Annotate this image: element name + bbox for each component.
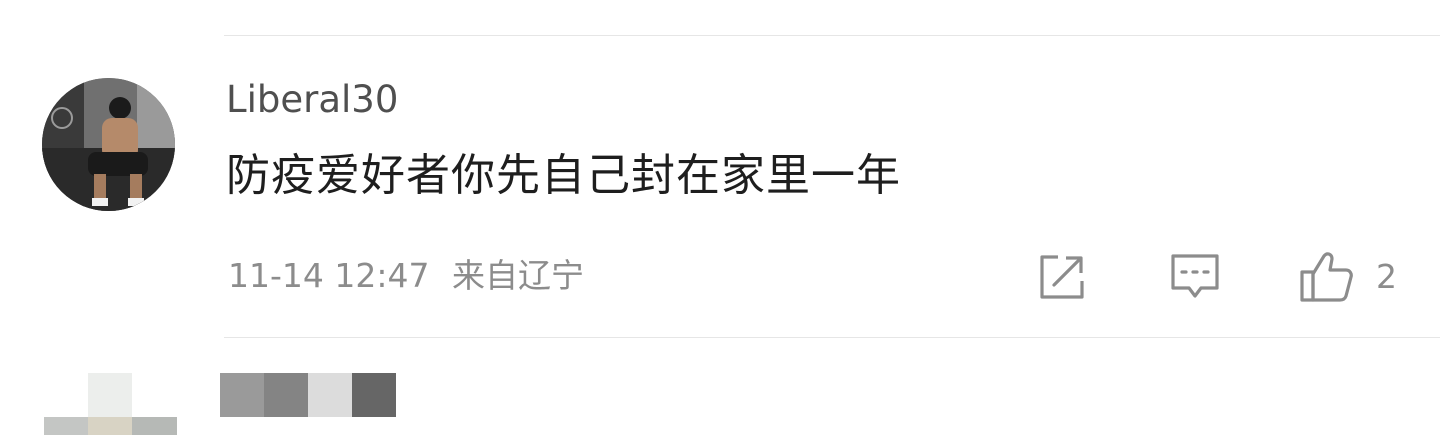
next-comment-username[interactable] [220, 373, 396, 417]
comment-meta: 11-14 12:47 来自辽宁 [228, 254, 584, 298]
pixel-block [264, 373, 308, 417]
comment-location: 来自辽宁 [451, 256, 584, 295]
comment-username[interactable]: Liberal30 [226, 78, 398, 122]
next-comment-avatar[interactable] [44, 373, 177, 435]
comment-reply-icon [1171, 254, 1219, 298]
pixel-block [352, 373, 396, 417]
comment-divider [224, 337, 1440, 338]
avatar-photo-icon [42, 78, 175, 211]
pixel-block [220, 373, 264, 417]
share-icon [1040, 255, 1084, 299]
pixel-block [308, 373, 352, 417]
top-divider [224, 35, 1440, 36]
comment-time: 11-14 12:47 [228, 256, 430, 295]
like-count: 2 [1376, 257, 1397, 296]
pixelated-avatar-icon [44, 373, 177, 435]
user-avatar[interactable] [42, 78, 175, 211]
comment-text: 防疫爱好者你先自己封在家里一年 [226, 150, 901, 201]
reply-button[interactable] [1168, 249, 1222, 305]
thumbs-up-icon [1300, 252, 1353, 302]
like-button[interactable]: 2 [1298, 249, 1397, 305]
share-button[interactable] [1036, 249, 1088, 305]
